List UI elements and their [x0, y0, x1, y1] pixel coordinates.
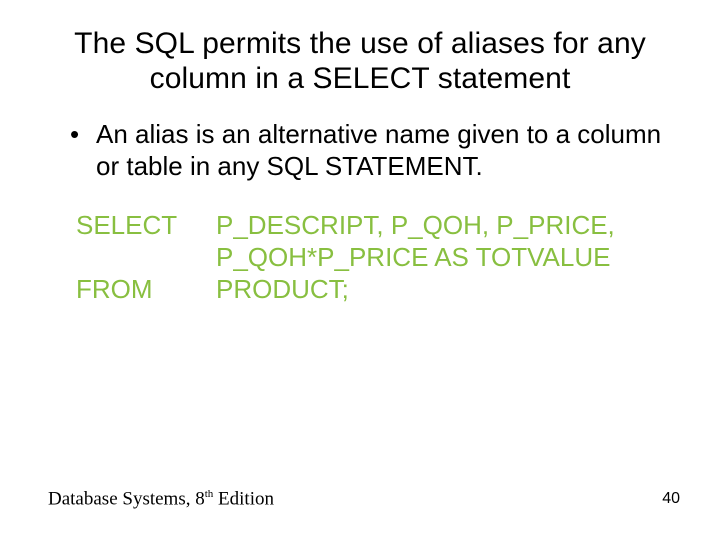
page-number: 40 — [662, 490, 680, 508]
bullet-item: An alias is an alternative name given to… — [76, 119, 672, 182]
sql-example: SELECT P_DESCRIPT, P_QOH, P_PRICE, P_QOH… — [76, 210, 672, 305]
sql-from-clause: PRODUCT; — [216, 274, 349, 306]
sql-select-clause: P_DESCRIPT, P_QOH, P_PRICE, P_QOH*P_PRIC… — [216, 210, 615, 273]
sql-keyword-select: SELECT — [76, 210, 216, 242]
footer-book-sup: th — [205, 488, 214, 500]
bullet-list: An alias is an alternative name given to… — [48, 119, 672, 182]
sql-select-line-2: P_QOH*P_PRICE AS TOTVALUE — [216, 242, 615, 274]
footer-book-title: Database Systems, 8th Edition — [48, 488, 274, 510]
sql-from-row: FROM PRODUCT; — [76, 274, 672, 306]
footer-book-prefix: Database Systems, 8 — [48, 488, 205, 509]
sql-select-row: SELECT P_DESCRIPT, P_QOH, P_PRICE, P_QOH… — [76, 210, 672, 273]
footer-book-suffix: Edition — [213, 488, 274, 509]
sql-select-line-1: P_DESCRIPT, P_QOH, P_PRICE, — [216, 210, 615, 242]
slide-title: The SQL permits the use of aliases for a… — [48, 26, 672, 97]
slide: The SQL permits the use of aliases for a… — [0, 0, 720, 540]
sql-keyword-from: FROM — [76, 274, 216, 306]
